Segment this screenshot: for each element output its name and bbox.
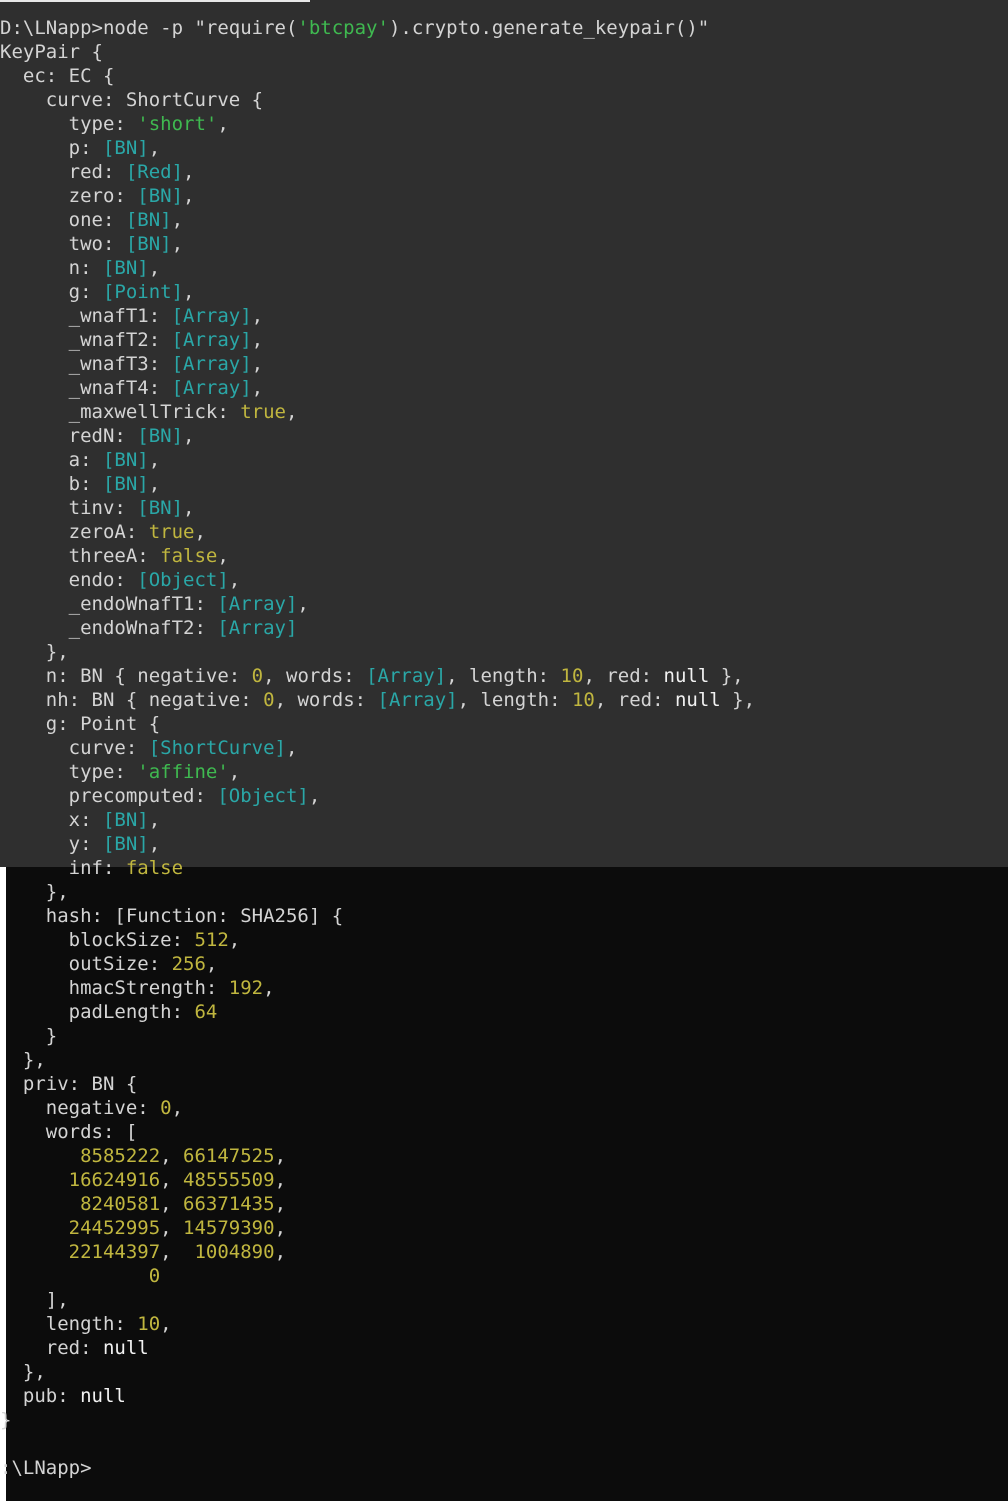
terminal-line: one: [BN], bbox=[0, 209, 184, 231]
terminal-line: }, bbox=[0, 641, 69, 663]
terminal-line: hmacStrength: 192, bbox=[0, 977, 275, 999]
terminal-line: curve: ShortCurve { bbox=[0, 89, 264, 111]
terminal-line: 16624916, 48555509, bbox=[68, 1169, 287, 1191]
terminal-line: zero: [BN], bbox=[0, 185, 195, 207]
terminal-line: _wnafT4: [Array], bbox=[0, 377, 264, 399]
terminal-line: length: 10, bbox=[0, 1313, 172, 1335]
terminal-line: a: [BN], bbox=[0, 449, 161, 471]
terminal-output[interactable]: D:\LNapp>node -p "require('btcpay').cryp… bbox=[0, 16, 755, 1480]
terminal-line: p: [BN], bbox=[0, 137, 161, 159]
terminal-line: priv: BN { bbox=[0, 1073, 138, 1095]
terminal-line: zeroA: true, bbox=[0, 521, 206, 543]
terminal-line: threeA: false, bbox=[0, 545, 229, 567]
terminal-line: ], bbox=[0, 1289, 69, 1311]
terminal-line: _endoWnafT2: [Array] bbox=[0, 617, 298, 639]
terminal-line: 8240581, 66371435, bbox=[80, 1193, 287, 1215]
terminal-line: type: 'short', bbox=[0, 113, 229, 135]
terminal-line: 0 bbox=[148, 1265, 161, 1287]
terminal-line: redN: [BN], bbox=[0, 425, 195, 447]
terminal-line: hash: [Function: SHA256] { bbox=[0, 905, 344, 927]
terminal-line: _wnafT3: [Array], bbox=[0, 353, 264, 375]
terminal-line: }, bbox=[0, 1361, 46, 1383]
terminal-line: padLength: 64 bbox=[0, 1001, 218, 1023]
terminal-line: endo: [Object], bbox=[0, 569, 241, 591]
terminal-line: n: BN { negative: 0, words: [Array], len… bbox=[0, 665, 744, 687]
terminal-line: :\LNapp> bbox=[0, 1457, 92, 1479]
terminal-line: y: [BN], bbox=[0, 833, 161, 855]
terminal-line: type: 'affine', bbox=[0, 761, 241, 783]
terminal-line: words: [ bbox=[0, 1121, 138, 1143]
terminal-line: inf: false bbox=[0, 857, 184, 879]
terminal-line: g: Point { bbox=[0, 713, 161, 735]
terminal-line: 22144397, 1004890, bbox=[68, 1241, 287, 1263]
terminal-line: _maxwellTrick: true, bbox=[0, 401, 298, 423]
window-edge bbox=[0, 0, 310, 2]
terminal-line: tinv: [BN], bbox=[0, 497, 195, 519]
terminal-line: _wnafT2: [Array], bbox=[0, 329, 264, 351]
terminal-line: blockSize: 512, bbox=[0, 929, 241, 951]
terminal-line: n: [BN], bbox=[0, 257, 161, 279]
terminal-line: _wnafT1: [Array], bbox=[0, 305, 264, 327]
terminal-line: pub: null bbox=[0, 1385, 126, 1407]
terminal-line: red: [Red], bbox=[0, 161, 195, 183]
terminal-line: negative: 0, bbox=[0, 1097, 184, 1119]
terminal-line: 24452995, 14579390, bbox=[68, 1217, 287, 1239]
terminal-line: g: [Point], bbox=[0, 281, 195, 303]
terminal-line: precomputed: [Object], bbox=[0, 785, 321, 807]
terminal-line: } bbox=[0, 1409, 12, 1431]
terminal-line: two: [BN], bbox=[0, 233, 184, 255]
terminal-line: _endoWnafT1: [Array], bbox=[0, 593, 309, 615]
terminal-line: b: [BN], bbox=[0, 473, 161, 495]
terminal-line: curve: [ShortCurve], bbox=[0, 737, 298, 759]
terminal-line: } bbox=[0, 1025, 58, 1047]
terminal-line: }, bbox=[0, 1049, 46, 1071]
terminal-line: KeyPair { bbox=[0, 41, 103, 63]
terminal-line: 8585222, 66147525, bbox=[80, 1145, 287, 1167]
terminal-line: outSize: 256, bbox=[0, 953, 218, 975]
terminal-line: D:\LNapp>node -p "require('btcpay').cryp… bbox=[0, 17, 710, 39]
terminal-line: x: [BN], bbox=[0, 809, 161, 831]
terminal-line: red: null bbox=[0, 1337, 149, 1359]
terminal-line: }, bbox=[0, 881, 69, 903]
terminal-line: nh: BN { negative: 0, words: [Array], le… bbox=[0, 689, 756, 711]
terminal-line: ec: EC { bbox=[0, 65, 115, 87]
